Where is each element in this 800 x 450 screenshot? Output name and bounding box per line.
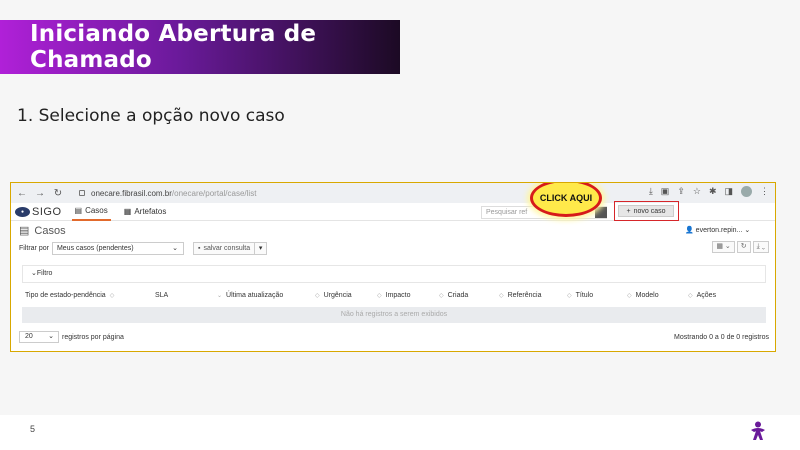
column-header[interactable]: ⌄ Última atualização	[217, 292, 283, 299]
lock-icon	[79, 190, 85, 196]
search-button[interactable]	[595, 207, 607, 218]
slide: Iniciando Abertura de Chamado 1. Selecio…	[0, 0, 800, 415]
column-header[interactable]: ◇ Referência	[499, 292, 541, 299]
tab-casos-label: Casos	[85, 206, 108, 215]
filter-value: Meus casos (pendentes)	[56, 245, 134, 252]
url-domain: onecare.fibrasil.com.br	[91, 188, 172, 198]
cases-icon: ▤	[74, 206, 83, 215]
user-icon: 👤	[685, 227, 694, 234]
column-header[interactable]: ◇ Modelo	[627, 292, 659, 299]
forward-icon[interactable]: →	[33, 188, 47, 199]
logo-badge-icon: ●	[15, 206, 30, 217]
filter-select[interactable]: Meus casos (pendentes) ⌄	[51, 242, 184, 255]
list-tools: ▦ ⌄ ↻ ⤓ ⌄	[712, 241, 769, 253]
column-header[interactable]: ◇ Urgência	[315, 292, 352, 299]
tab-artefatos[interactable]: ▦ Artefatos	[121, 203, 170, 221]
plus-icon: +	[626, 207, 631, 215]
cases-icon: ▤	[19, 225, 30, 237]
column-header[interactable]: ◇ Título	[567, 292, 593, 299]
reload-icon[interactable]: ↻	[51, 188, 65, 199]
sidebar-icon[interactable]: ◨	[724, 186, 733, 197]
table-header: Tipo de estado-pendência ◇ SLA ⌄ Última at…	[22, 289, 766, 302]
chevron-down-icon: ⌄	[48, 333, 54, 340]
url-path: /onecare/portal/case/list	[171, 188, 257, 198]
column-header[interactable]: ◇ Ações	[688, 292, 716, 299]
step-instruction: 1. Selecione a opção novo caso	[17, 106, 285, 126]
save-query-label: salvar consulta	[203, 245, 251, 252]
back-icon[interactable]: ←	[15, 188, 29, 199]
save-query-dropdown[interactable]: ▾	[255, 242, 268, 255]
empty-table-message: Não há registros a serem exibidos	[22, 307, 766, 323]
brand-figure-icon	[751, 421, 765, 440]
tab-artefatos-label: Artefatos	[134, 207, 167, 216]
annotation-text: CLICK AQUI	[539, 193, 593, 203]
per-page-select[interactable]: 20 ⌄	[19, 331, 59, 343]
address-bar[interactable]: onecare.fibrasil.com.br /onecare/portal/…	[79, 189, 256, 198]
chevron-down-icon: ⌄	[172, 245, 178, 252]
columns-toggle-button[interactable]: ▦ ⌄	[712, 241, 735, 253]
sigo-logo[interactable]: ● SIGO	[15, 206, 62, 218]
column-header[interactable]: Tipo de estado-pendência ◇	[25, 292, 114, 299]
filter-panel-label: Filtro	[36, 270, 53, 277]
translate-icon[interactable]: ▣	[661, 186, 670, 197]
more-icon[interactable]: ⋮	[760, 186, 769, 197]
tab-casos[interactable]: ▤ Casos	[71, 203, 111, 221]
sort-icon: ◇	[567, 293, 572, 299]
share-icon[interactable]: ⇪	[677, 186, 685, 197]
sort-icon: ◇	[439, 293, 444, 299]
browser-toolbar: ← → ↻ onecare.fibrasil.com.br /onecare/p…	[11, 183, 775, 203]
per-page-label: registros por página	[62, 333, 124, 341]
column-header[interactable]: SLA	[155, 292, 168, 299]
user-menu[interactable]: 👤 everton.repin... ⌄	[685, 226, 750, 234]
export-button[interactable]: ⤓ ⌄	[752, 241, 769, 253]
table-footer: 20 ⌄ registros por página Mostrando 0 a …	[19, 331, 769, 343]
filter-bar: Filtrar por Meus casos (pendentes) ⌄ ▪ s…	[19, 242, 268, 255]
sort-icon: ⌄	[217, 293, 223, 299]
profile-icon[interactable]	[741, 186, 752, 197]
sort-icon: ◇	[315, 293, 320, 299]
column-header[interactable]: ◇ Impacto	[377, 292, 411, 299]
sort-icon: ◇	[688, 293, 693, 299]
title-banner: Iniciando Abertura de Chamado	[0, 20, 400, 74]
sort-icon: ◇	[109, 293, 115, 299]
page-title-text: Casos	[34, 224, 66, 237]
browser-actions: ⤓ ▣ ⇪ ☆ ✱ ◨ ⋮	[649, 186, 769, 197]
new-case-button[interactable]: + novo caso	[618, 205, 674, 217]
download-icon[interactable]: ⤓	[649, 186, 653, 197]
chevron-down-icon: ⌄	[744, 227, 751, 234]
star-icon[interactable]: ☆	[693, 186, 701, 197]
new-case-label: novo caso	[633, 207, 666, 215]
sort-icon: ◇	[377, 293, 382, 299]
slide-title: Iniciando Abertura de Chamado	[30, 21, 317, 73]
record-count: Mostrando 0 a 0 de 0 registros	[674, 333, 769, 341]
filter-label: Filtrar por	[19, 245, 49, 252]
logo-text: SIGO	[32, 205, 62, 218]
sort-icon: ◇	[499, 293, 504, 299]
save-icon: ▪	[197, 245, 201, 252]
page-title: ▤ Casos	[19, 224, 66, 238]
app-screenshot: ← → ↻ onecare.fibrasil.com.br /onecare/p…	[10, 182, 776, 352]
save-query-button[interactable]: ▪ salvar consulta	[192, 242, 256, 255]
per-page-value: 20	[25, 333, 33, 340]
refresh-button[interactable]: ↻	[736, 241, 751, 253]
user-name: everton.repin...	[695, 227, 743, 234]
puzzle-icon[interactable]: ✱	[709, 186, 717, 197]
sort-icon: ◇	[627, 293, 632, 299]
filter-panel[interactable]: ⌄Filtro	[22, 265, 766, 283]
column-header[interactable]: ◇ Criada	[439, 292, 468, 299]
grid-icon: ▦	[123, 207, 132, 216]
page-number: 5	[30, 424, 36, 434]
